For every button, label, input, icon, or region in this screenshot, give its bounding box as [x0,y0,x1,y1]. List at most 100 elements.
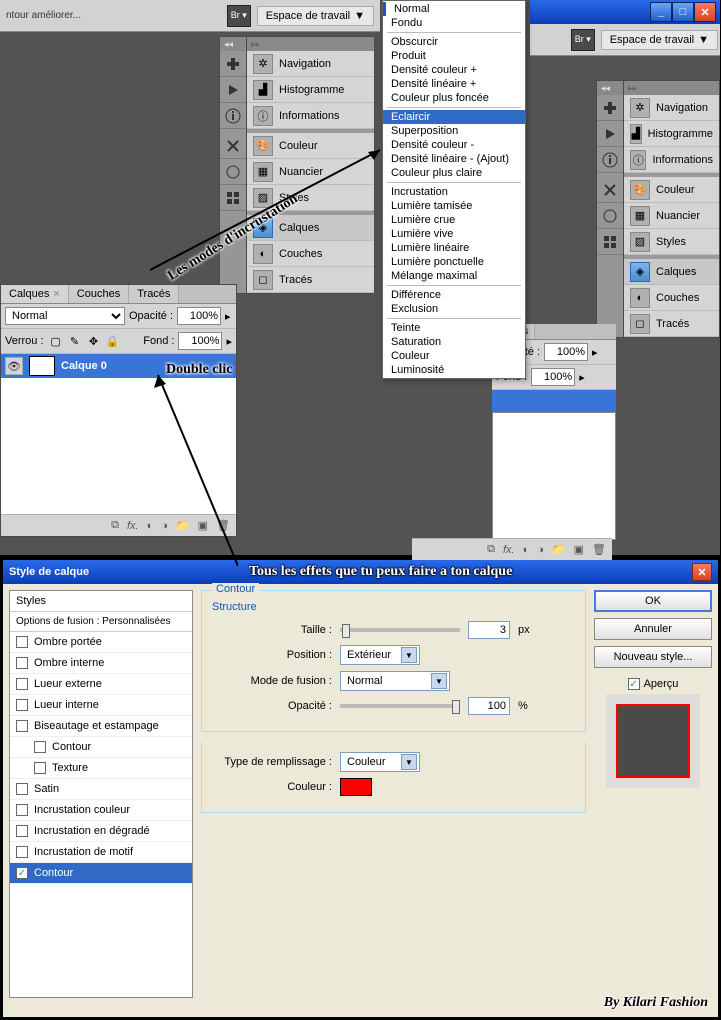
fill-type-combo[interactable]: Couleur▼ [340,752,420,772]
tab-paths[interactable]: Tracés [129,285,179,303]
chevron-right-icon[interactable]: ▸ [225,310,231,323]
panel-histogram[interactable]: ▟Histogramme [624,121,719,147]
visibility-eye-icon[interactable]: 👁 [5,357,23,375]
style-item[interactable]: Satin [10,779,192,800]
blend-mode-item[interactable]: Densité couleur - [383,138,525,152]
adjust-icon[interactable]: ◑ [161,520,168,532]
blend-mode-item[interactable]: Couleur [383,349,525,363]
palette-icon[interactable] [597,203,623,229]
tools-icon[interactable] [220,133,246,159]
checkbox[interactable] [34,741,46,753]
preview-checkbox[interactable]: ✓ [628,678,640,690]
grid-icon[interactable] [597,229,623,255]
opacity-input[interactable] [544,343,588,361]
blend-mode-select[interactable]: Normal [5,307,125,325]
collapse-arrows-icon[interactable]: ▸▸ [247,37,374,51]
checkbox[interactable] [34,762,46,774]
chevron-right-icon[interactable]: ▸ [579,371,585,384]
blend-mode-item[interactable]: Lumière tamisée [383,199,525,213]
blend-mode-item[interactable]: Produit [383,49,525,63]
chevron-right-icon[interactable]: ▸ [226,335,232,348]
opacity-input[interactable] [177,307,221,325]
chevron-right-icon[interactable]: ▸ [592,346,598,359]
blend-mode-item[interactable]: Différence [383,288,525,302]
opacity-slider[interactable] [340,704,460,708]
blend-mode-menu[interactable]: NormalFonduObscurcirProduitDensité coule… [382,0,526,379]
checkbox[interactable] [16,825,28,837]
panel-styles[interactable]: ▨Styles [624,229,719,255]
collapse-arrows-icon[interactable]: ▸▸ [624,81,719,95]
panel-paths[interactable]: ◻Tracés [247,267,374,293]
blend-mode-item[interactable]: Eclaircir [383,110,525,124]
blend-mode-item[interactable]: Mélange maximal [383,269,525,283]
checkbox[interactable] [16,636,28,648]
tab-channels[interactable]: Couches [69,285,129,303]
workspace-dropdown[interactable]: Espace de travail ▼ [257,6,374,26]
blend-mode-item[interactable]: Incrustation [383,185,525,199]
fill-input[interactable] [531,368,575,386]
style-item[interactable]: Biseautage et estampage [10,716,192,737]
blend-mode-item[interactable]: Exclusion [383,302,525,316]
style-item[interactable]: Incrustation de motif [10,842,192,863]
blend-options-row[interactable]: Options de fusion : Personnalisées [10,612,192,632]
folder-icon[interactable]: 📁 [176,519,190,532]
style-item[interactable]: Incrustation en dégradé [10,821,192,842]
lock-brush-icon[interactable]: ✎ [67,333,83,349]
blend-mode-item[interactable]: Superposition [383,124,525,138]
panel-histogram[interactable]: ▟Histogramme [247,77,374,103]
minimize-button[interactable]: _ [650,2,672,22]
style-item[interactable]: Contour [10,737,192,758]
info-icon[interactable] [220,103,246,129]
blend-mode-item[interactable]: Couleur plus foncée [383,91,525,105]
blend-combo[interactable]: Normal▼ [340,671,450,691]
fill-input[interactable] [178,332,222,350]
info-icon[interactable] [597,147,623,173]
new-style-button[interactable]: Nouveau style... [594,646,712,668]
trash-icon[interactable]: 🗑 [216,519,230,532]
lock-transparent-icon[interactable]: ▢ [48,333,64,349]
new-layer-icon[interactable]: ▣ [574,543,584,556]
panel-paths[interactable]: ◻Tracés [624,311,719,337]
panel-swatch[interactable]: ▦Nuancier [624,203,719,229]
position-combo[interactable]: Extérieur▼ [340,645,420,665]
opacity-value-input[interactable] [468,697,510,715]
panel-channels[interactable]: ◐Couches [624,285,719,311]
panel-channels[interactable]: ◐Couches [247,241,374,267]
panel-info[interactable]: ⓘInformations [247,103,374,129]
panel-navigation[interactable]: ✲Navigation [247,51,374,77]
checkbox[interactable] [16,783,28,795]
close-button[interactable]: ✕ [694,2,716,22]
blend-mode-item[interactable]: Normal [383,2,525,16]
checkbox[interactable] [16,678,28,690]
collapse-arrows-icon[interactable]: ◂◂ [597,81,623,95]
blend-mode-item[interactable]: Fondu [383,16,525,30]
styles-header[interactable]: Styles [10,591,192,612]
tool-icon[interactable] [597,95,623,121]
blend-mode-item[interactable]: Couleur plus claire [383,166,525,180]
size-input[interactable] [468,621,510,639]
style-item[interactable]: Texture [10,758,192,779]
link-icon[interactable]: ⧉ [487,543,495,556]
bridge-button-right[interactable]: Br ▾ [571,29,595,51]
panel-info[interactable]: ⓘInformations [624,147,719,173]
panel-layers[interactable]: ◈Calques [624,259,719,285]
workspace-dropdown-right[interactable]: Espace de travail ▼ [601,30,718,50]
lock-all-icon[interactable]: 🔒 [105,333,121,349]
blend-mode-item[interactable]: Luminosité [383,363,525,377]
close-icon[interactable]: × [53,288,59,300]
adjust-icon[interactable]: ◑ [537,544,544,556]
panel-navigation[interactable]: ✲Navigation [624,95,719,121]
blend-mode-item[interactable]: Lumière crue [383,213,525,227]
style-item[interactable]: Lueur externe [10,674,192,695]
play-icon[interactable] [220,77,246,103]
blend-mode-item[interactable]: Lumière ponctuelle [383,255,525,269]
blend-mode-item[interactable]: Densité couleur + [383,63,525,77]
checkbox[interactable] [16,720,28,732]
panel-color[interactable]: 🎨Couleur [247,133,374,159]
blend-mode-item[interactable]: Lumière vive [383,227,525,241]
new-layer-icon[interactable]: ▣ [198,519,208,532]
style-item[interactable]: ✓Contour [10,863,192,884]
panel-color[interactable]: 🎨Couleur [624,177,719,203]
trash-icon[interactable]: 🗑 [592,543,606,556]
checkbox[interactable] [16,699,28,711]
